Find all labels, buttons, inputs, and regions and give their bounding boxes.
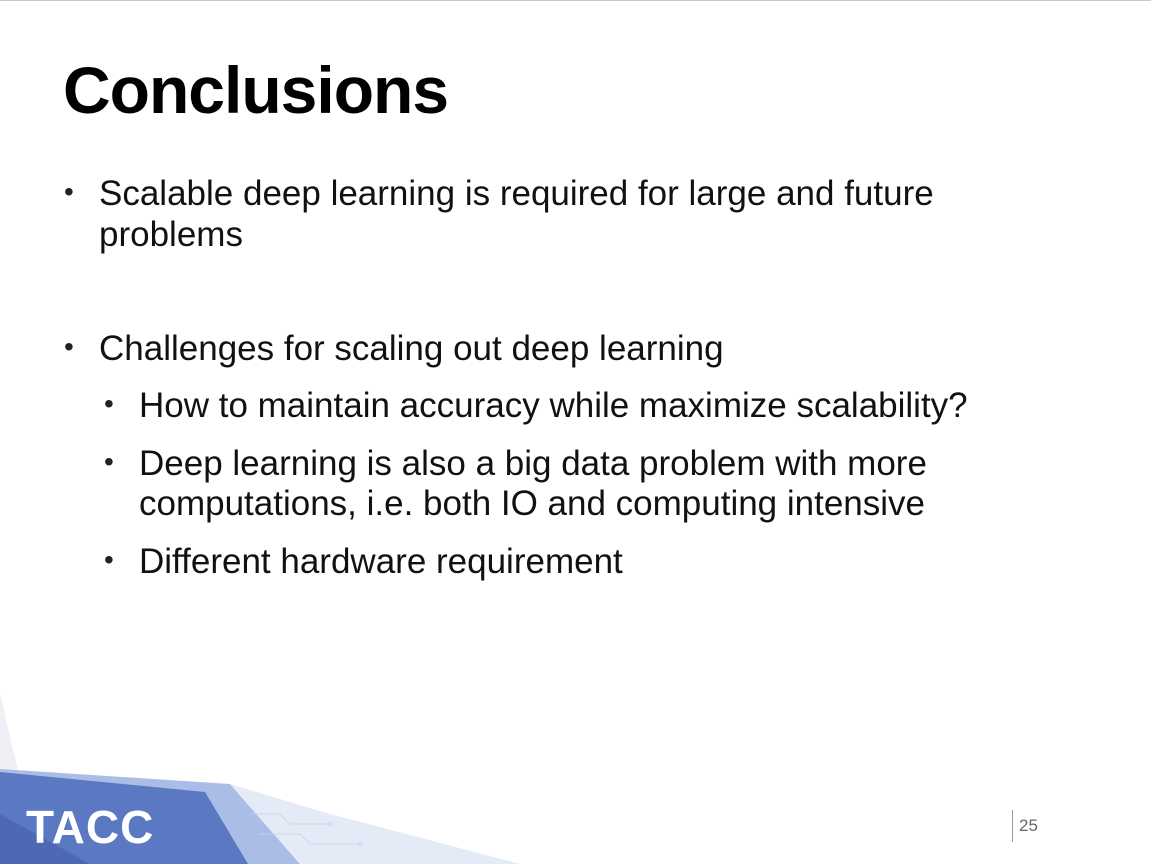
sub-bullet-item-1: How to maintain accuracy while maximize … [139,386,968,425]
slide-title: Conclusions [63,53,449,127]
bullet-item-2: Challenges for scaling out deep learning [99,329,724,368]
sub-bullet-item-2-line2: computations, i.e. both IO and computing… [139,484,926,523]
sub-bullet-marker: • [104,544,114,575]
sub-bullet-marker: • [104,388,114,419]
bullet-marker: • [64,331,74,362]
page-number: 25 [1019,816,1038,835]
bullet-item-1-line2: problems [99,215,243,254]
sub-bullet-item-2-line1: Deep learning is also a big data problem… [139,444,927,483]
page-number-separator [1012,810,1013,842]
bullet-item-1-line1: Scalable deep learning is required for l… [99,174,934,213]
sub-bullet-item-3: Different hardware requirement [139,542,623,581]
bullet-item-1: Scalable deep learning is required for l… [99,173,934,255]
top-rule [0,0,1151,1]
sub-bullet-item-2: Deep learning is also a big data problem… [139,444,927,524]
tacc-logo: TACC [26,801,155,853]
bullet-marker: • [64,176,74,207]
sub-bullet-marker: • [104,446,114,477]
